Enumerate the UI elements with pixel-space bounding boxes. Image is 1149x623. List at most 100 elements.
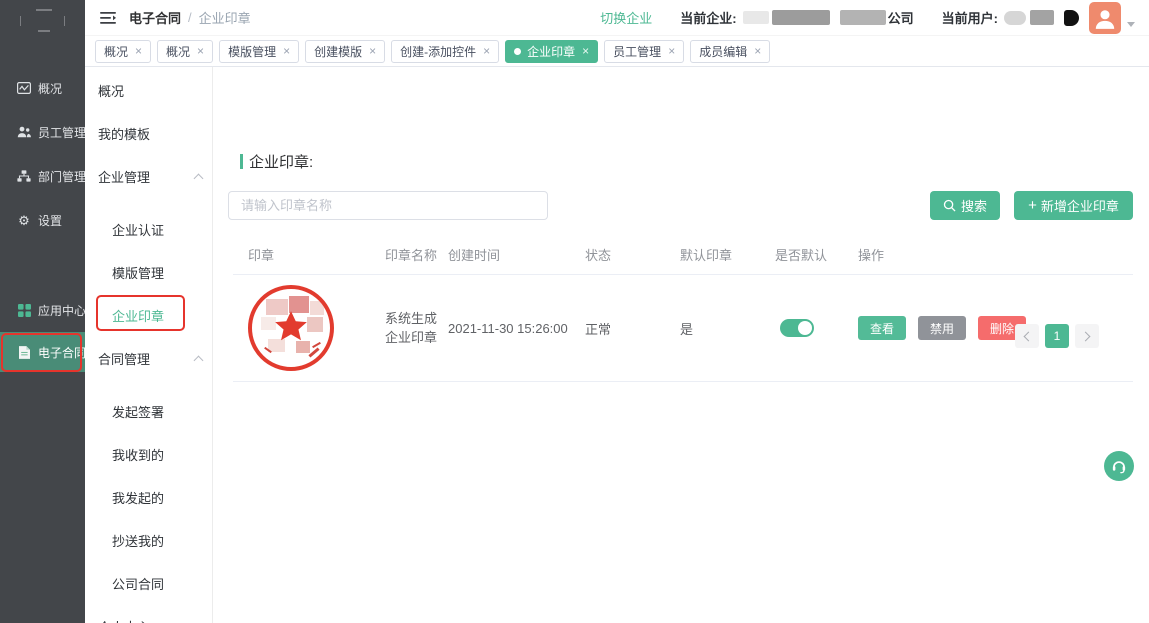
sidebar-item-department-management[interactable]: 部门管理 bbox=[0, 154, 85, 198]
tab-overview-2[interactable]: 概况× bbox=[157, 40, 213, 63]
col-header: 印章名称 bbox=[385, 245, 448, 264]
sidebar-item-employee-management[interactable]: 员工管理 bbox=[0, 110, 85, 154]
user-avatar-icon[interactable] bbox=[1089, 2, 1121, 34]
chevron-right-icon bbox=[1081, 331, 1091, 341]
default-toggle[interactable] bbox=[780, 319, 814, 337]
contract-icon bbox=[17, 345, 31, 359]
disable-button[interactable]: 禁用 bbox=[918, 316, 966, 340]
col-header: 状态 bbox=[585, 245, 680, 264]
redacted-company-name bbox=[840, 10, 886, 25]
tab-member-edit[interactable]: 成员编辑× bbox=[690, 40, 770, 63]
app-root: 概况 员工管理 部门管理 ⚙ 设置 bbox=[0, 0, 1149, 623]
employees-icon bbox=[17, 125, 31, 139]
close-icon[interactable]: × bbox=[283, 45, 290, 57]
subnav-group-contract-management[interactable]: 合同管理 bbox=[85, 337, 212, 380]
subnav-item-company-contracts[interactable]: 公司合同 bbox=[85, 562, 212, 605]
col-header: 默认印章 bbox=[680, 245, 775, 264]
view-button[interactable]: 查看 bbox=[858, 316, 906, 340]
toolbar: 搜索 + 新增企业印章 bbox=[228, 191, 1133, 220]
sidebar-item-e-contract[interactable]: 电子合同 bbox=[0, 332, 85, 372]
close-icon[interactable]: × bbox=[197, 45, 204, 57]
switch-company-link[interactable]: 切换企业 bbox=[600, 8, 652, 27]
top-header: 电子合同 / 企业印章 切换企业 当前企业: 公司 当前用户: bbox=[85, 0, 1149, 36]
sidebar-item-settings[interactable]: ⚙ 设置 bbox=[0, 198, 85, 242]
sidebar-item-label: 员工管理 bbox=[38, 124, 86, 141]
close-icon[interactable]: × bbox=[135, 45, 142, 57]
app-sidebar: 概况 员工管理 部门管理 ⚙ 设置 bbox=[0, 0, 85, 623]
sidebar-spacer bbox=[0, 242, 85, 288]
search-icon bbox=[943, 199, 956, 212]
company-seal-image bbox=[248, 285, 334, 371]
col-header: 是否默认 bbox=[775, 245, 858, 264]
subnav-item-company-seal[interactable]: 企业印章 bbox=[85, 294, 212, 337]
departments-icon bbox=[17, 169, 31, 183]
current-page-button[interactable]: 1 bbox=[1045, 324, 1069, 348]
subnav-item-overview[interactable]: 概况 bbox=[85, 69, 212, 112]
company-name-suffix: 公司 bbox=[888, 8, 914, 27]
close-icon[interactable]: × bbox=[668, 45, 675, 57]
app-center-icon bbox=[17, 303, 31, 317]
close-icon[interactable]: × bbox=[582, 45, 589, 57]
tab-create-add-controls[interactable]: 创建-添加控件× bbox=[391, 40, 499, 63]
active-tab-dot bbox=[514, 48, 521, 55]
user-menu-caret-icon[interactable] bbox=[1127, 22, 1135, 27]
subnav-item-company-auth[interactable]: 企业认证 bbox=[85, 208, 212, 251]
status-text: 正常 bbox=[585, 319, 680, 338]
seal-name-search-input[interactable] bbox=[228, 191, 548, 220]
subnav-item-initiate-sign[interactable]: 发起签署 bbox=[85, 390, 212, 433]
sidebar-item-label: 应用中心 bbox=[38, 302, 86, 319]
subnav-group-company-management[interactable]: 企业管理 bbox=[85, 155, 212, 198]
redacted-company-name bbox=[772, 10, 830, 25]
subnav-item-my-templates[interactable]: 我的模板 bbox=[85, 112, 212, 155]
redacted-user-name bbox=[1004, 11, 1026, 25]
sidebar-item-label: 部门管理 bbox=[38, 168, 86, 185]
chevron-up-icon bbox=[194, 173, 204, 183]
subnav-item-cc-me[interactable]: 抄送我的 bbox=[85, 519, 212, 562]
col-header: 印章 bbox=[248, 245, 385, 264]
subnav-item-received[interactable]: 我收到的 bbox=[85, 433, 212, 476]
tab-employee-management[interactable]: 员工管理× bbox=[604, 40, 684, 63]
headset-icon bbox=[1110, 457, 1128, 475]
main-content: 企业印章: 搜索 + 新增企业印章 印章 印章名称 创建时间 状态 默认印章 bbox=[213, 67, 1149, 623]
subnav-item-initiated[interactable]: 我发起的 bbox=[85, 476, 212, 519]
sidebar-item-overview[interactable]: 概况 bbox=[0, 66, 85, 110]
chevron-left-icon bbox=[1024, 331, 1034, 341]
sidebar-item-label: 设置 bbox=[38, 212, 62, 229]
breadcrumb-current: 企业印章 bbox=[199, 8, 251, 27]
sub-sidebar: 概况 我的模板 企业管理 企业认证 模版管理 企业印章 合同管理 发起签署 我收… bbox=[85, 67, 213, 623]
redacted-company-name bbox=[743, 11, 769, 24]
chevron-up-icon bbox=[194, 355, 204, 365]
prev-page-button[interactable] bbox=[1015, 324, 1039, 348]
col-header: 操作 bbox=[858, 245, 1133, 264]
created-time: 2021-11-30 15:26:00 bbox=[448, 321, 585, 336]
page-title: 企业印章: bbox=[240, 151, 313, 172]
add-company-seal-button[interactable]: + 新增企业印章 bbox=[1014, 191, 1133, 220]
tab-company-seal[interactable]: 企业印章× bbox=[505, 40, 598, 63]
sidebar-item-label: 概况 bbox=[38, 80, 62, 97]
subnav-group-personal-center[interactable]: 个人中心 bbox=[85, 605, 212, 623]
seal-name: 系统生成 企业印章 bbox=[385, 309, 448, 347]
close-icon[interactable]: × bbox=[754, 45, 761, 57]
title-accent-bar bbox=[240, 154, 243, 169]
collapse-menu-icon[interactable] bbox=[95, 8, 121, 28]
pagination: 1 bbox=[1015, 324, 1099, 348]
logo-redacted bbox=[0, 0, 85, 35]
close-icon[interactable]: × bbox=[369, 45, 376, 57]
sidebar-item-app-center[interactable]: 应用中心 bbox=[0, 288, 85, 332]
breadcrumb-root[interactable]: 电子合同 bbox=[129, 8, 181, 27]
current-company-label: 当前企业: bbox=[680, 8, 736, 27]
help-fab-button[interactable] bbox=[1104, 451, 1134, 481]
next-page-button[interactable] bbox=[1075, 324, 1099, 348]
subnav-item-template-management[interactable]: 模版管理 bbox=[85, 251, 212, 294]
table-header: 印章 印章名称 创建时间 状态 默认印章 是否默认 操作 bbox=[233, 234, 1133, 275]
sidebar-item-label: 电子合同 bbox=[38, 344, 86, 361]
search-button[interactable]: 搜索 bbox=[930, 191, 1000, 220]
redacted-user-name bbox=[1064, 10, 1079, 26]
tab-template-management[interactable]: 模版管理× bbox=[219, 40, 299, 63]
close-icon[interactable]: × bbox=[483, 45, 490, 57]
col-header: 创建时间 bbox=[448, 245, 585, 264]
breadcrumb-separator: / bbox=[188, 10, 192, 25]
tab-create-template[interactable]: 创建模版× bbox=[305, 40, 385, 63]
current-user-label: 当前用户: bbox=[942, 8, 998, 27]
tab-overview[interactable]: 概况× bbox=[95, 40, 151, 63]
